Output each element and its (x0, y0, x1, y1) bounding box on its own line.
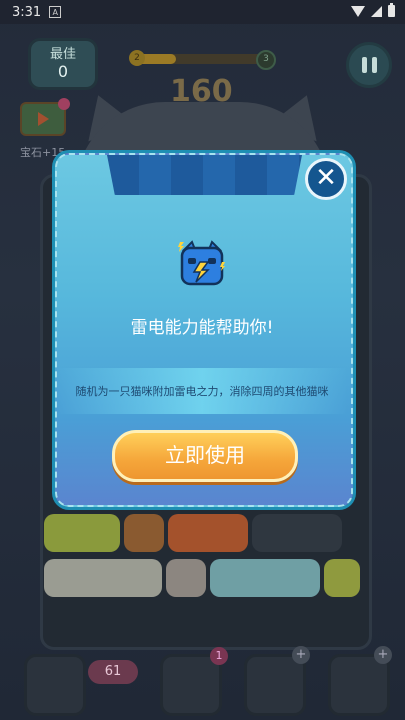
plus-icon[interactable]: + (292, 646, 310, 664)
cat-block[interactable] (166, 559, 206, 597)
cat-block[interactable] (210, 559, 320, 597)
cat-block[interactable] (44, 514, 120, 552)
best-label: 最佳 (49, 47, 76, 62)
cat-block[interactable] (124, 514, 164, 552)
close-button[interactable]: ✕ (305, 158, 347, 200)
pause-button[interactable] (346, 42, 392, 88)
ability-count-badge: 1 (210, 647, 228, 665)
wifi-icon (351, 5, 365, 17)
close-icon: ✕ (315, 163, 337, 193)
cat-block[interactable] (324, 559, 360, 597)
cat-block[interactable] (252, 514, 342, 552)
block-row (44, 559, 360, 599)
dialog-banner (107, 155, 302, 195)
signal-icon (371, 5, 382, 17)
notification-dot (58, 98, 70, 110)
lightning-cat-icon (178, 240, 225, 286)
level-progress-bar: 2 3 (129, 50, 276, 70)
block-row (44, 514, 342, 554)
cat-block[interactable] (44, 559, 162, 597)
battery-icon (388, 3, 395, 17)
cat-block[interactable] (168, 514, 248, 552)
lightning-ability-button[interactable] (160, 654, 222, 716)
dialog-description: 随机为一只猫咪附加雷电之力，消除四周的其他猫咪 (75, 385, 329, 398)
status-time: 3:31 (12, 4, 42, 20)
play-icon (37, 112, 49, 126)
progress-end-level: 3 (256, 50, 276, 70)
best-value: 0 (57, 62, 69, 81)
dialog-title: 雷电能力能帮助你! (130, 318, 274, 338)
item-count: 61 (88, 660, 138, 684)
best-score-box: 最佳 0 (28, 38, 98, 90)
boost-button[interactable] (24, 654, 86, 716)
progress-start-level: 2 (129, 50, 145, 66)
plus-icon[interactable]: + (374, 646, 392, 664)
status-bar: 3:31 A (0, 0, 405, 24)
use-now-button[interactable]: 立即使用 (112, 430, 298, 482)
notification-icon: A (49, 6, 62, 18)
video-reward-button[interactable] (20, 98, 70, 142)
